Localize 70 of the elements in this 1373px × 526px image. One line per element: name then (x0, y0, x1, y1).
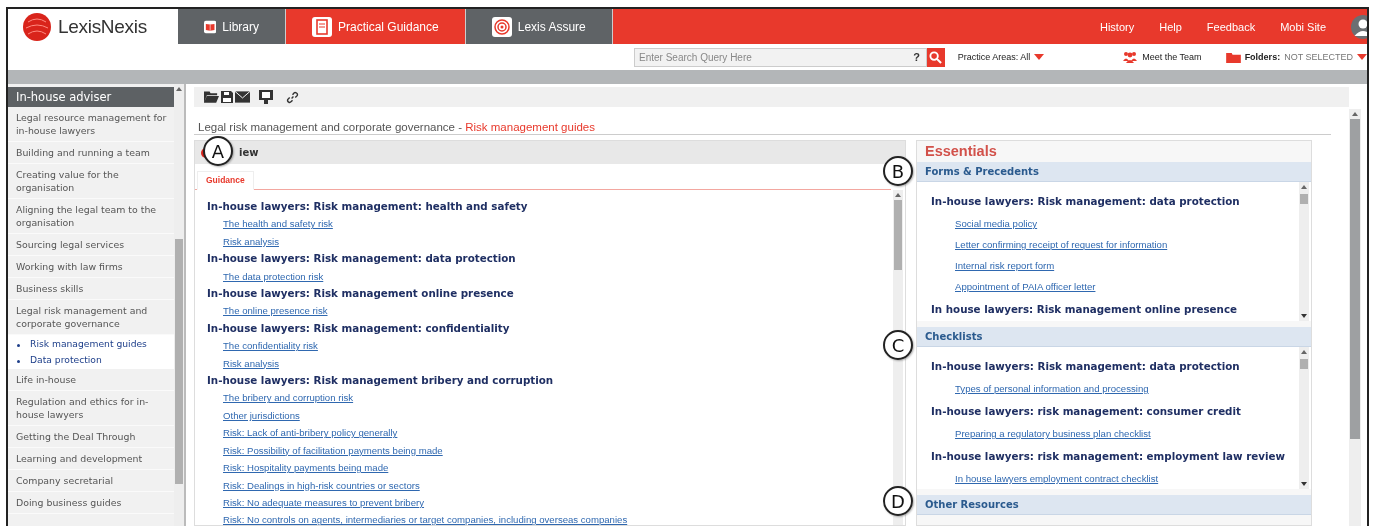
guide-link[interactable]: The online presence risk (223, 302, 328, 320)
target-icon (491, 16, 512, 37)
resource-link[interactable]: Types of personal information and processing (955, 378, 1149, 399)
help-link[interactable]: ? (907, 51, 927, 63)
guide-link[interactable]: The data protection risk (223, 267, 324, 286)
guide-link[interactable]: Risk: Dealings in high-risk countries or sectors (223, 476, 420, 494)
topic-heading: In house lawyers: Risk management online presence (931, 302, 1237, 317)
guide-link[interactable]: The confidentiality risk (223, 337, 318, 355)
topic-heading: In-house lawyers: Risk management: data protection (931, 359, 1240, 374)
guide-link[interactable]: Risk analysis (223, 232, 279, 251)
resource-link[interactable]: Internal risk report form (955, 255, 1055, 276)
header-link[interactable]: Help (1159, 20, 1182, 33)
resource-link[interactable]: In house lawyers employment contract checklist (955, 468, 1159, 489)
header-link[interactable]: Feedback (1206, 20, 1256, 33)
guide-link[interactable]: Risk analysis (223, 354, 279, 373)
folders-dropdown[interactable]: Folders: NOT SELECTED (1225, 51, 1367, 63)
guide-link[interactable]: The bribery and corruption risk (223, 389, 354, 407)
header-link[interactable]: History (1099, 20, 1135, 33)
section-header[interactable]: Forms & Precedents (917, 162, 1311, 182)
guide-link[interactable]: Risk: No adequate measures to prevent bribery (223, 493, 425, 512)
caret-icon (1357, 54, 1367, 60)
folder-icon (1225, 51, 1241, 63)
sidebar-subitem[interactable]: Data protection (8, 352, 174, 368)
topic-heading: In-house lawyers: Risk management: confidentiality (207, 320, 510, 336)
sidebar-title: In-house adviser (8, 87, 174, 107)
topic-heading: In-house lawyers: Risk management: health and safety (207, 199, 528, 214)
topic-heading: In-house lawyers: risk management: consumer credit (931, 404, 1241, 419)
search-icon (929, 50, 943, 64)
header-link[interactable]: Mobi Site (1280, 20, 1326, 33)
scrollbar[interactable] (1299, 182, 1309, 321)
search-button[interactable] (927, 47, 945, 67)
people-icon (1122, 51, 1139, 63)
resource-link[interactable]: Letter confirming receipt of request for information (955, 234, 1168, 255)
resource-link[interactable]: Social media policy (955, 213, 1038, 234)
topic-heading: In-house lawyers: risk management: employment law review (931, 449, 1285, 464)
search-field[interactable]: Enter Search Query Here ? (634, 47, 928, 67)
screen-icon[interactable] (259, 90, 273, 104)
panel-tab[interactable]: Guidance (197, 171, 254, 190)
logo-globe-icon (22, 11, 52, 42)
section-header[interactable]: Checklists (917, 327, 1311, 347)
breadcrumb: Legal risk management and corporate governance - Risk management guides (194, 121, 1331, 135)
guide-link[interactable]: Risk: Possibility of facilitation payments being made (223, 441, 443, 460)
resource-link[interactable]: Preparing a regulatory business plan checklist (955, 423, 1151, 444)
section-header[interactable]: Other Resources (917, 495, 1311, 515)
guide-link[interactable]: The health and safety risk (223, 215, 333, 233)
guide-link[interactable]: Other jurisdictions (223, 406, 300, 425)
folder-icon[interactable] (204, 91, 219, 103)
topic-heading: In-house lawyers: Risk management: data protection (207, 251, 516, 267)
caret-icon (1034, 54, 1045, 60)
logo-text: LexisNexis (58, 15, 147, 38)
panel-title: Essentials (924, 142, 998, 161)
topic-heading: In-house lawyers: Risk management bribery and corruption (207, 373, 554, 389)
guide-link[interactable]: Risk: No controls on agents, intermediaries or target companies, including overseas companies (223, 511, 628, 526)
topic-heading: In-house lawyers: Risk management: data protection (931, 194, 1240, 209)
guide-link[interactable]: Risk: Hospitality payments being made (223, 459, 389, 477)
guide-link[interactable]: Risk: Lack of anti-bribery policy generally (223, 424, 398, 442)
save-icon[interactable] (221, 91, 233, 103)
link-icon[interactable] (286, 90, 299, 104)
scrollbar[interactable] (1299, 347, 1309, 489)
practice-areas-dropdown[interactable]: Practice Areas: All (957, 52, 1045, 62)
meet-team-link[interactable]: Meet the Team (1122, 51, 1202, 63)
mail-icon[interactable] (235, 91, 250, 103)
scrollbar[interactable] (1349, 109, 1361, 526)
document-icon (312, 16, 332, 37)
nav-tab[interactable]: Lexis Assure (465, 9, 613, 44)
panel-title: iew (239, 147, 259, 158)
resource-link[interactable]: Appointment of PAIA officer letter (955, 276, 1096, 297)
nav-tab[interactable]: Library (178, 9, 286, 44)
sidebar-subitem[interactable]: Risk management guides (8, 336, 174, 352)
topic-heading: In-house lawyers: Risk management online presence (207, 286, 514, 302)
